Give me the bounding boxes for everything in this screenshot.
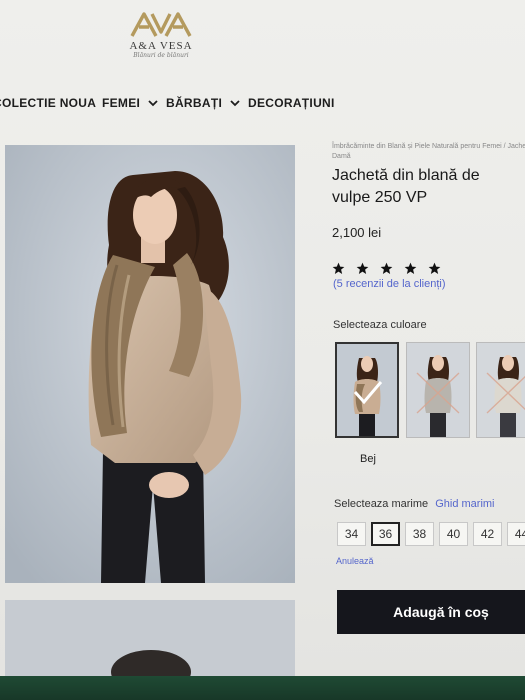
model-photo-2 [5,600,295,676]
brand-logo[interactable]: A&A VESA Blănuri de blănuri [116,12,206,74]
size-label-text: Selecteaza marime [334,498,429,510]
star-icon [332,262,345,274]
color-label: Selecteaza culoare [333,319,427,331]
star-icon [428,262,441,274]
size-option-40[interactable]: 40 [439,522,468,546]
nav-item-label: BĂRBAȚI [166,96,223,110]
chevron-down-icon [148,100,158,107]
size-option-36[interactable]: 36 [371,522,400,546]
nav-item-decoratiuni[interactable]: DECORAȚIUNI [248,96,335,110]
add-to-cart-button[interactable]: Adaugă în coș [337,590,525,634]
product-title-line-2: vulpe 250 VP [332,189,428,206]
swatch-image-gri [407,343,469,437]
size-option-44[interactable]: 44 [507,522,525,546]
size-option-42[interactable]: 42 [473,522,502,546]
nav-item-femei[interactable]: FEMEI [102,96,158,110]
size-option-38[interactable]: 38 [405,522,434,546]
size-label: Selecteaza marime Ghid marimi [334,498,495,510]
product-price: 2,100 lei [332,225,382,240]
selected-color-name: Bej [360,453,376,465]
color-swatch-bej[interactable] [335,342,399,438]
swatch-image-alb [477,343,525,437]
star-icon [380,262,393,274]
reviews-link[interactable]: (5 recenzii de la clienți) [333,278,446,290]
swatch-image-bej [337,344,397,436]
nav-item-colectie-noua[interactable]: COLECTIE NOUA [0,96,96,110]
star-icon [356,262,369,274]
logo-mark-icon [130,12,192,37]
chevron-down-icon [230,100,240,107]
brand-name: A&A VESA [129,40,193,52]
color-swatch-gri[interactable] [406,342,470,438]
brand-tagline: Blănuri de blănuri [133,52,189,59]
nav-item-label: DECORAȚIUNI [248,96,335,110]
product-title-line-1: Jachetă din blană de [332,167,480,184]
breadcrumb: Îmbrăcăminte din Blană și Piele Naturală… [332,143,525,160]
nav-item-barbati[interactable]: BĂRBAȚI [166,96,240,110]
nav-item-label: COLECTIE NOUA [0,96,97,110]
reset-selection-link[interactable]: Anulează [336,556,374,566]
product-title: Jachetă din blană de vulpe 250 VP [332,165,525,209]
rating-stars [332,262,441,275]
product-gallery-image-2[interactable] [5,600,295,676]
monitor-screen: A&A VESA Blănuri de blănuri COLECTIE NOU… [0,0,525,676]
size-guide-link[interactable]: Ghid marimi [435,498,494,510]
main-nav: COLECTIE NOUA FEMEI BĂRBAȚI DECORAȚIUNI [0,96,525,116]
monitor-bezel [0,676,525,700]
product-main-image[interactable] [5,145,295,583]
nav-item-label: FEMEI [102,96,141,110]
star-icon [404,262,417,274]
size-option-34[interactable]: 34 [337,522,366,546]
size-options: 34 36 38 40 42 44 [337,522,525,546]
color-swatch-alb[interactable] [476,342,525,438]
model-photo [5,145,295,583]
